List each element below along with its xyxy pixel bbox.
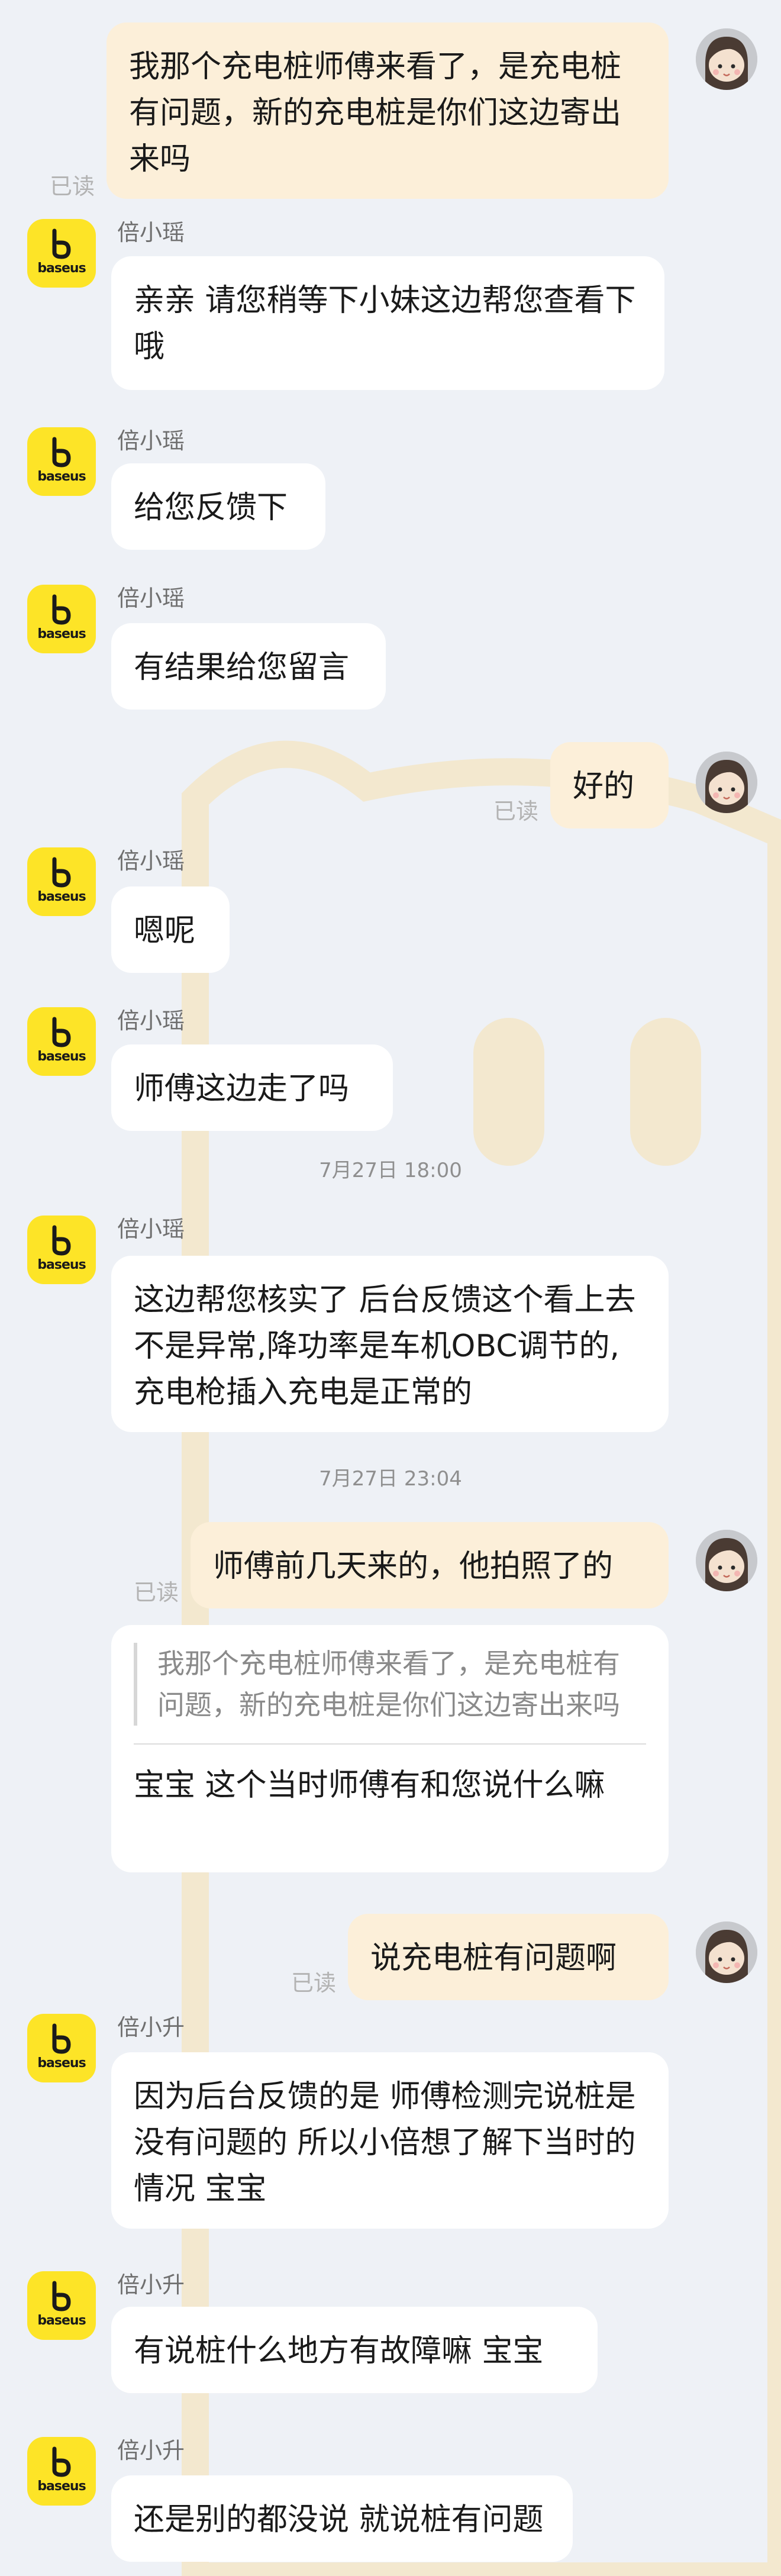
reply-text: 宝宝 这个当时师傅有和您说什么嘛 xyxy=(134,1768,605,1803)
baseus-avatar[interactable]: baseus xyxy=(27,847,96,916)
baseus-logo-icon xyxy=(52,437,71,468)
quote-divider xyxy=(134,1743,646,1745)
baseus-avatar[interactable]: baseus xyxy=(27,2014,96,2082)
baseus-avatar-text: baseus xyxy=(37,889,86,904)
incoming-message-bubble[interactable]: 因为后台反馈的是 师傅检测完说桩是没有问题的 所以小倍想了解下当时的情况 宝宝 xyxy=(111,2052,669,2229)
sender-name: 倍小瑶 xyxy=(117,1008,185,1034)
baseus-avatar[interactable]: baseus xyxy=(27,427,96,496)
baseus-avatar-text: baseus xyxy=(37,627,86,641)
user-avatar[interactable] xyxy=(696,28,757,90)
sender-name: 倍小瑶 xyxy=(117,848,185,874)
read-receipt: 已读 xyxy=(134,1579,179,1605)
incoming-message-bubble[interactable]: 有结果给您留言 xyxy=(111,623,386,710)
baseus-logo-icon xyxy=(52,1017,71,1047)
incoming-message-bubble[interactable]: 有说桩什么地方有故障嘛 宝宝 xyxy=(111,2307,598,2393)
baseus-logo-icon xyxy=(52,2023,71,2054)
user-avatar-icon xyxy=(696,1921,757,1983)
sender-name: 倍小瑶 xyxy=(117,1216,185,1242)
baseus-avatar-text: baseus xyxy=(37,2313,86,2328)
incoming-message-bubble[interactable]: 还是别的都没说 就说桩有问题 xyxy=(111,2475,573,2562)
incoming-message-bubble[interactable]: 给您反馈下 xyxy=(111,463,325,550)
baseus-avatar-text: baseus xyxy=(37,2056,86,2071)
sender-name: 倍小瑶 xyxy=(117,585,185,611)
incoming-message-bubble[interactable]: 这边帮您核实了 后台反馈这个看上去不是异常,降功率是车机OBC调节的,充电枪插入… xyxy=(111,1256,669,1432)
baseus-avatar-text: baseus xyxy=(37,469,86,484)
baseus-logo-icon xyxy=(52,857,71,888)
user-avatar-icon xyxy=(696,752,757,813)
baseus-avatar[interactable]: baseus xyxy=(27,1216,96,1284)
chat-message-list[interactable]: 我那个充电桩师傅来看了，是充电桩有问题，新的充电桩是你们这边寄出来吗 已读 倍小瑶 b… xyxy=(0,0,781,2576)
sender-name: 倍小瑶 xyxy=(117,428,185,454)
baseus-avatar[interactable]: baseus xyxy=(27,219,96,288)
baseus-avatar-text: baseus xyxy=(37,261,86,276)
baseus-logo-icon xyxy=(52,2446,71,2477)
sender-name: 倍小升 xyxy=(117,2014,185,2040)
outgoing-message-bubble[interactable]: 我那个充电桩师傅来看了，是充电桩有问题，新的充电桩是你们这边寄出来吗 xyxy=(106,22,669,199)
baseus-avatar[interactable]: baseus xyxy=(27,2271,96,2340)
outgoing-message-bubble[interactable]: 好的 xyxy=(550,742,669,828)
user-avatar[interactable] xyxy=(696,1921,757,1983)
outgoing-message-bubble[interactable]: 师傅前几天来的，他拍照了的 xyxy=(191,1522,669,1608)
baseus-avatar[interactable]: baseus xyxy=(27,585,96,653)
quoted-message[interactable]: 我那个充电桩师傅来看了，是充电桩有问题，新的充电桩是你们这边寄出来吗 xyxy=(134,1643,646,1726)
incoming-message-bubble[interactable]: 嗯呢 xyxy=(111,886,230,973)
baseus-logo-icon xyxy=(52,1225,71,1256)
baseus-avatar-text: baseus xyxy=(37,1049,86,1064)
baseus-avatar-text: baseus xyxy=(37,1258,86,1272)
user-avatar-icon xyxy=(696,28,757,90)
user-avatar[interactable] xyxy=(696,752,757,813)
sender-name: 倍小升 xyxy=(117,2272,185,2298)
incoming-message-bubble[interactable]: 亲亲 请您稍等下小妹这边帮您查看下哦 xyxy=(111,256,664,390)
baseus-logo-icon xyxy=(52,228,71,259)
baseus-avatar[interactable]: baseus xyxy=(27,2437,96,2506)
user-avatar-icon xyxy=(696,1530,757,1591)
sender-name: 倍小瑶 xyxy=(117,220,185,246)
read-receipt: 已读 xyxy=(50,173,95,199)
incoming-message-bubble[interactable]: 师傅这边走了吗 xyxy=(111,1044,393,1131)
baseus-logo-icon xyxy=(52,594,71,625)
baseus-logo-icon xyxy=(52,2281,71,2311)
timestamp-divider: 7月27日 18:00 xyxy=(319,1159,462,1182)
quoted-reply-bubble[interactable]: 我那个充电桩师傅来看了，是充电桩有问题，新的充电桩是你们这边寄出来吗宝宝 这个当… xyxy=(111,1625,669,1872)
user-avatar[interactable] xyxy=(696,1530,757,1591)
baseus-avatar-text: baseus xyxy=(37,2479,86,2494)
read-receipt: 已读 xyxy=(493,798,539,824)
sender-name: 倍小升 xyxy=(117,2438,185,2464)
timestamp-divider: 7月27日 23:04 xyxy=(319,1467,462,1491)
baseus-avatar[interactable]: baseus xyxy=(27,1007,96,1076)
read-receipt: 已读 xyxy=(291,1970,337,1996)
outgoing-message-bubble[interactable]: 说充电桩有问题啊 xyxy=(348,1914,669,2000)
